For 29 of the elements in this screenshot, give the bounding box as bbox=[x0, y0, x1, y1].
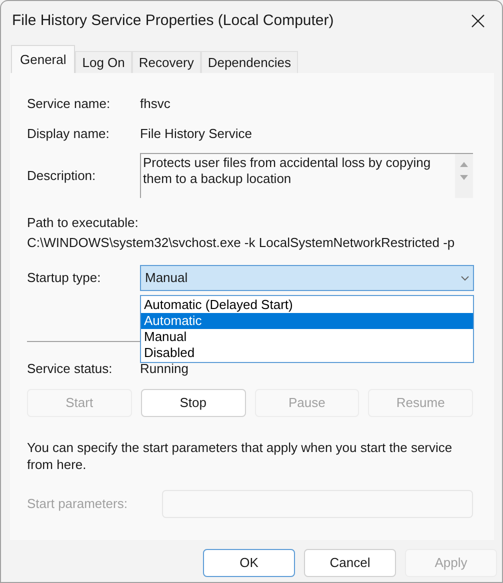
service-status-value: Running bbox=[140, 360, 188, 378]
field-label: Startup type: bbox=[27, 269, 102, 288]
display-name-value: File History Service bbox=[140, 125, 252, 144]
scroll-up-icon[interactable] bbox=[460, 162, 468, 167]
dialog-button[interactable]: OK bbox=[203, 549, 295, 577]
tab[interactable]: Recovery bbox=[132, 51, 201, 73]
field-label: Service status: bbox=[27, 360, 114, 378]
tab[interactable]: Dependencies bbox=[200, 51, 298, 73]
field-label: Display name: bbox=[27, 125, 110, 144]
dropdown-option[interactable]: Automatic bbox=[141, 313, 473, 329]
tab[interactable]: Log On bbox=[75, 51, 132, 73]
scrollbar[interactable] bbox=[455, 154, 473, 198]
chevron-down-icon bbox=[461, 276, 469, 280]
description-text: Protects user files from accidental loss by copying them to a backup location bbox=[142, 154, 432, 188]
path-label: Path to executable: bbox=[27, 214, 140, 232]
window-title: File History Service Properties (Local Computer) bbox=[12, 10, 334, 31]
dialog-button[interactable]: Cancel bbox=[304, 549, 396, 577]
info-text: You can specify the start parameters that apply when you start the service from here. bbox=[27, 439, 454, 473]
field-label: Start parameters: bbox=[27, 495, 128, 514]
field-label: Description: bbox=[27, 166, 97, 185]
tab[interactable]: General bbox=[11, 45, 76, 73]
scroll-down-icon[interactable] bbox=[460, 175, 468, 180]
service-name-value: fhsvc bbox=[140, 95, 170, 114]
startup-type-dropdown[interactable]: Manual bbox=[140, 265, 474, 291]
service-button[interactable]: Stop bbox=[140, 389, 246, 417]
field-label: Service name: bbox=[27, 95, 112, 114]
path-value: C:\WINDOWS\system32\svchost.exe -k LocalSystemNetworkRestricted -p bbox=[27, 234, 456, 252]
description-box[interactable]: Protects user files from accidental loss by copying them to a backup location bbox=[140, 153, 473, 198]
close-icon bbox=[471, 14, 485, 28]
